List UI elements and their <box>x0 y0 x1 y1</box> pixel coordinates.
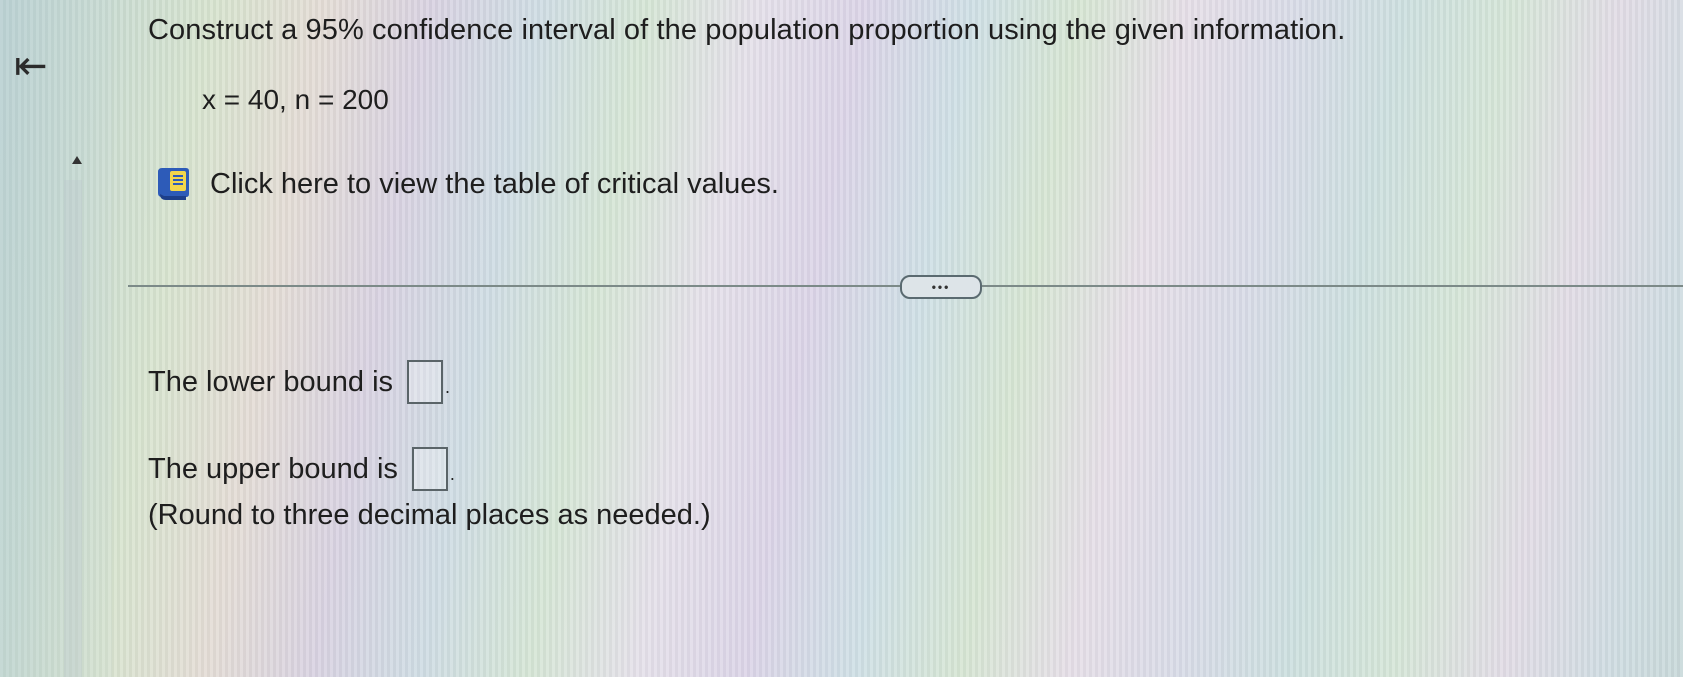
upper-bound-period: . <box>449 464 455 484</box>
scroll-up-arrow-icon[interactable] <box>72 156 82 164</box>
question-text: Construct a 95% confidence interval of t… <box>148 14 1346 46</box>
book-icon <box>158 168 189 200</box>
upper-bound-label: The upper bound is <box>148 452 398 485</box>
more-options-button[interactable]: ••• <box>900 275 982 299</box>
upper-bound-row: The upper bound is . <box>148 447 455 491</box>
critical-values-link[interactable]: Click here to view the table of critical… <box>152 164 779 204</box>
left-rail <box>0 0 112 677</box>
lower-bound-period: . <box>445 377 451 397</box>
rounding-note: (Round to three decimal places as needed… <box>148 499 711 531</box>
scroll-track[interactable] <box>64 180 82 677</box>
given-values: x = 40, n = 200 <box>202 84 389 115</box>
lower-bound-row: The lower bound is . <box>148 360 450 404</box>
upper-bound-input[interactable] <box>411 447 448 491</box>
lower-bound-input[interactable] <box>407 360 444 404</box>
collapse-arrow-icon[interactable]: ⇤ <box>14 46 48 86</box>
critical-values-link-label[interactable]: Click here to view the table of critical… <box>210 168 779 201</box>
lower-bound-label: The lower bound is <box>148 365 394 398</box>
